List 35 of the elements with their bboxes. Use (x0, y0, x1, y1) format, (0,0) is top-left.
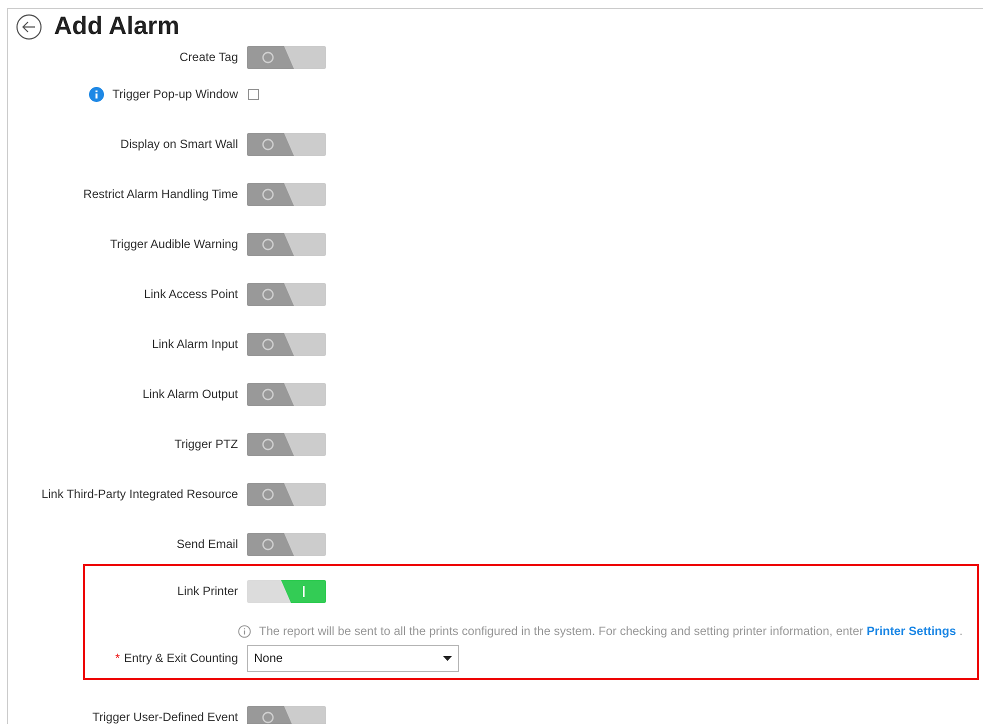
option-label: Send Email (176, 536, 238, 553)
toggle-switch[interactable] (247, 132, 326, 156)
option-label: Trigger Pop-up Window (112, 86, 238, 103)
field-label: Entry & Exit Counting (124, 650, 238, 667)
required-mark: * (115, 650, 120, 667)
option-label: Trigger Audible Warning (110, 236, 238, 253)
caret-icon (443, 656, 452, 660)
toggle-switch[interactable] (247, 432, 326, 456)
toggle-switch[interactable] (247, 282, 326, 306)
toggle-switch[interactable] (247, 332, 326, 356)
printer-note: The report will be sent to all the prints configured in the system. For checking and setting printer information, enter Printer Settings . (259, 623, 963, 640)
option-label: Link Alarm Input (152, 336, 238, 353)
option-label: Link Printer (177, 583, 238, 600)
back-icon[interactable] (16, 14, 42, 40)
toggle-switch[interactable] (247, 382, 326, 406)
option-label: Display on Smart Wall (120, 136, 238, 153)
option-label: Restrict Alarm Handling Time (83, 186, 238, 203)
page-title: Add Alarm (54, 11, 180, 42)
option-label: Create Tag (180, 49, 238, 66)
toggle-switch[interactable] (247, 232, 326, 256)
toggle-switch[interactable] (247, 532, 326, 556)
toggle-switch[interactable] (247, 706, 326, 724)
printer-settings-link[interactable]: Printer Settings (866, 624, 956, 638)
option-label: Trigger PTZ (174, 436, 238, 453)
option-label: Link Alarm Output (142, 386, 238, 403)
option-label: Trigger User-Defined Event (92, 709, 238, 724)
option-label: Link Access Point (144, 286, 238, 303)
entry-exit-dropdown[interactable]: None (247, 644, 459, 672)
info-icon (238, 624, 251, 638)
toggle-switch[interactable] (247, 482, 326, 506)
toggle-switch[interactable] (247, 580, 326, 602)
toggle-switch[interactable] (247, 46, 326, 68)
option-label: Link Third-Party Integrated Resource (41, 486, 238, 503)
toggle-switch[interactable] (247, 182, 326, 206)
checkbox[interactable] (248, 88, 259, 100)
